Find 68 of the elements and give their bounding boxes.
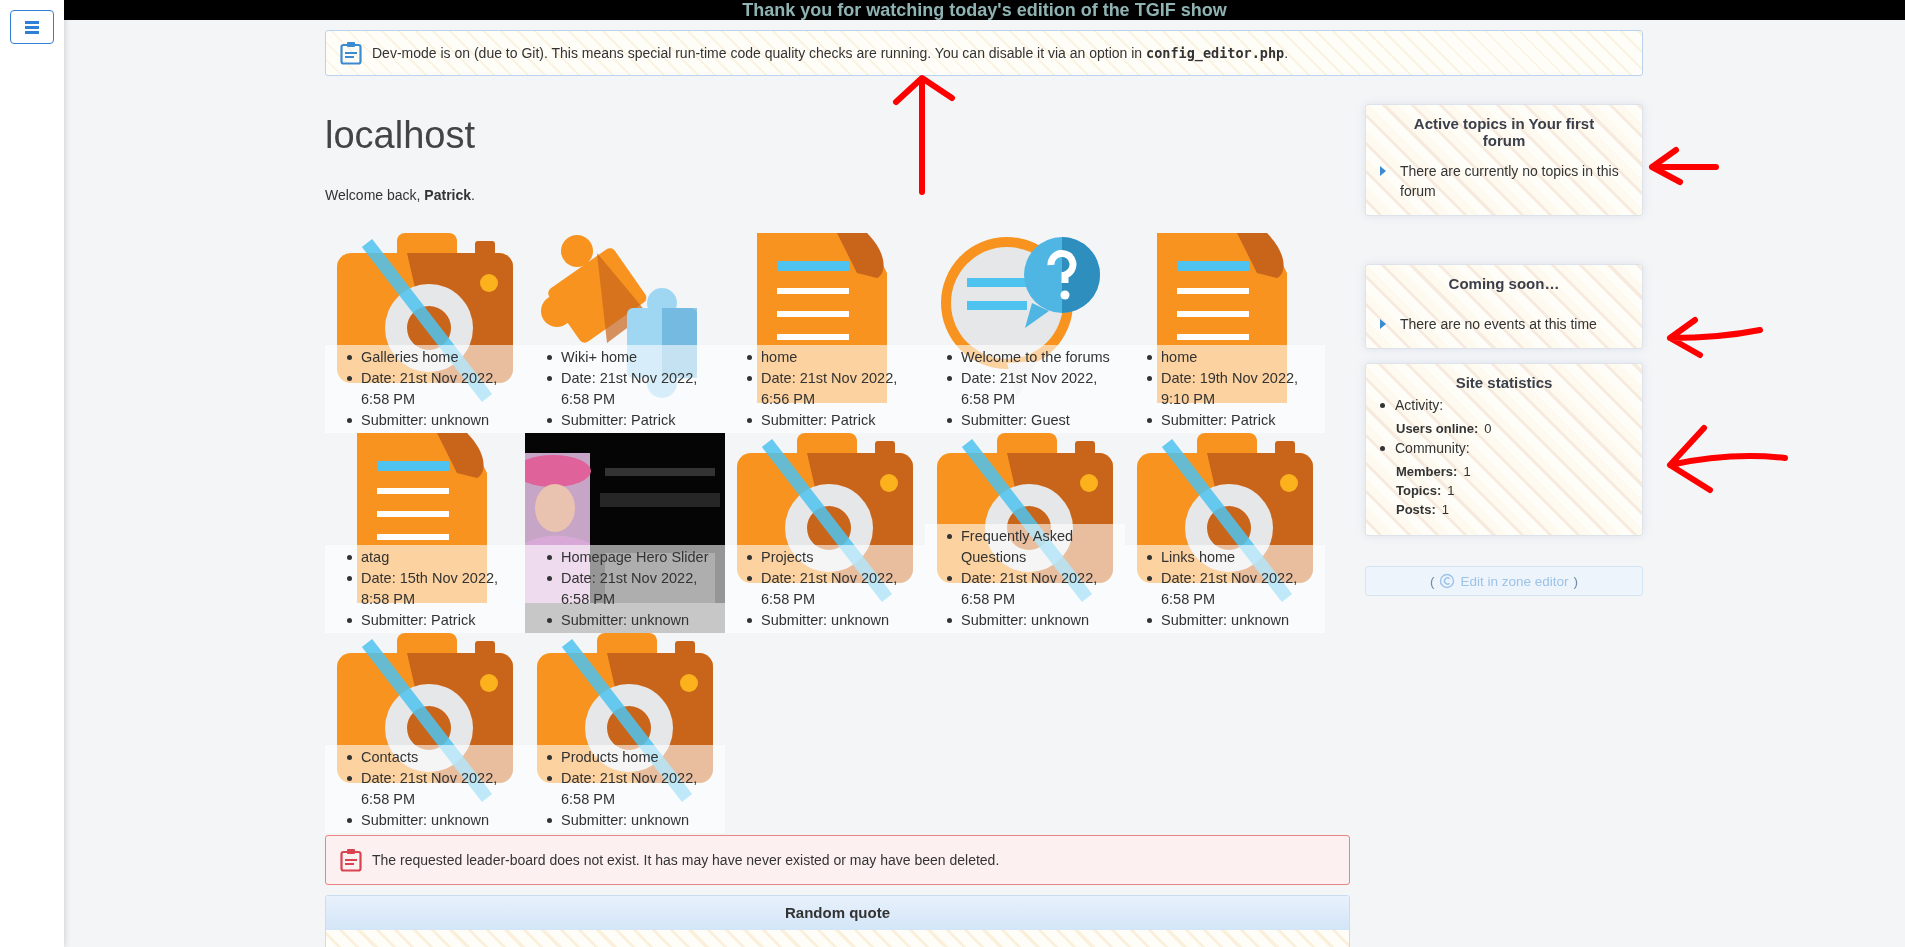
tile-submitter: Submitter: unknown [761, 611, 890, 630]
banner-text: Thank you for watching today's edition of the TGIF show [742, 0, 1227, 20]
content-tile[interactable]: Wiki+ home Date: 21st Nov 2022, 6:58 PM Submitter: Patrick [525, 233, 725, 433]
content-tile[interactable]: Welcome to the forums Date: 21st Nov 2022, 6:58 PM Submitter: Guest [925, 233, 1125, 433]
tile-submitter: Submitter: Patrick [761, 411, 876, 430]
stat-value: 1 [1447, 483, 1455, 498]
panel-title: Active topics in Your first forum [1412, 115, 1596, 149]
tile-date: Date: 21st Nov 2022, 6:58 PM [761, 569, 899, 609]
tile-date: Date: 21st Nov 2022, 6:58 PM [361, 769, 499, 809]
tile-date: Date: 21st Nov 2022, 6:58 PM [561, 569, 699, 609]
tile-title: Projects [761, 548, 814, 567]
content-tile[interactable]: home Date: 19th Nov 2022, 9:10 PM Submitter: Patrick [1125, 233, 1325, 433]
tile-submitter: Submitter: unknown [361, 811, 490, 830]
stat-label: Posts: [1396, 502, 1436, 517]
content-tile[interactable]: Products home Date: 21st Nov 2022, 6:58 PM Submitter: unknown [525, 633, 725, 833]
tile-title: Links home [1161, 548, 1236, 567]
welcome-text: Welcome back, Patrick. [325, 187, 476, 203]
tile-title: Galleries home [361, 348, 459, 367]
content-tile[interactable]: Homepage Hero Slider Date: 21st Nov 2022, 6:58 PM Submitter: unknown [525, 433, 725, 633]
stat-label: Members: [1396, 464, 1458, 479]
tile-title: home [761, 348, 798, 367]
tile-date: Date: 21st Nov 2022, 6:58 PM [961, 369, 1099, 409]
notice-text: Dev-mode is on (due to Git). This means special run-time code quality checks are running. You can disable it via an option in config_editor.php. [372, 45, 1289, 61]
tile-submitter: Submitter: unknown [961, 611, 1090, 630]
tile-date: Date: 21st Nov 2022, 6:58 PM [361, 369, 499, 409]
tile-submitter: Submitter: unknown [1161, 611, 1290, 630]
panel-message: There are currently no topics in this forum [1400, 162, 1620, 201]
stat-value: 1 [1463, 464, 1471, 479]
tile-submitter: Submitter: Guest [961, 411, 1070, 430]
tile-title: home [1161, 348, 1198, 367]
panel-title: Coming soon… [1447, 275, 1561, 292]
tile-submitter: Submitter: unknown [361, 411, 490, 430]
tile-submitter: Submitter: Patrick [1161, 411, 1276, 430]
tile-date: Date: 21st Nov 2022, 6:58 PM [561, 369, 699, 409]
tile-date: Date: 21st Nov 2022, 6:58 PM [961, 569, 1099, 609]
panel-title: Site statistics [1454, 374, 1554, 391]
tile-title: Wiki+ home [561, 348, 638, 367]
error-text: The requested leader-board does not exist. It has may have never existed or may have been deleted. [372, 852, 1000, 868]
tile-date: Date: 15th Nov 2022, 8:58 PM [361, 569, 500, 609]
stat-group-label: Community: [1395, 440, 1470, 456]
tile-date: Date: 21st Nov 2022, 6:58 PM [1161, 569, 1299, 609]
content-tile[interactable]: home Date: 21st Nov 2022, 6:56 PM Submitter: Patrick [725, 233, 925, 433]
stat-value: 0 [1484, 421, 1492, 436]
tile-title: Frequently Asked Questions [961, 527, 1075, 567]
tile-date: Date: 21st Nov 2022, 6:58 PM [561, 769, 699, 809]
content-tile[interactable]: Projects Date: 21st Nov 2022, 6:58 PM Submitter: unknown [725, 433, 925, 633]
tile-title: Products home [561, 748, 659, 767]
content-tile[interactable]: Contacts Date: 21st Nov 2022, 6:58 PM Submitter: unknown [325, 633, 525, 833]
content-tile[interactable]: Links home Date: 21st Nov 2022, 6:58 PM Submitter: unknown [1125, 433, 1325, 633]
stat-group-label: Activity: [1395, 397, 1444, 413]
panel-message: There are no events at this time [1400, 315, 1597, 334]
tile-title: atag [361, 548, 390, 567]
tile-title: Welcome to the forums [961, 348, 1110, 367]
tile-submitter: Submitter: unknown [561, 611, 690, 630]
tile-title: Contacts [361, 748, 419, 767]
content-tile[interactable]: atag Date: 15th Nov 2022, 8:58 PM Submitter: Patrick [325, 433, 525, 633]
stat-label: Topics: [1396, 483, 1442, 498]
tile-submitter: Submitter: Patrick [361, 611, 476, 630]
tile-submitter: Submitter: Patrick [561, 411, 676, 430]
stat-value: 1 [1441, 502, 1449, 517]
panel-title: Random quote [326, 896, 1349, 930]
tile-date: Date: 19th Nov 2022, 9:10 PM [1161, 369, 1300, 409]
stat-label: Users online: [1396, 421, 1479, 436]
tile-title: Homepage Hero Slider [561, 548, 709, 567]
tile-submitter: Submitter: unknown [561, 811, 690, 830]
tile-date: Date: 21st Nov 2022, 6:56 PM [761, 369, 899, 409]
content-tile[interactable]: Galleries home Date: 21st Nov 2022, 6:58 PM Submitter: unknown [325, 233, 525, 433]
page-title: localhost [325, 114, 476, 157]
